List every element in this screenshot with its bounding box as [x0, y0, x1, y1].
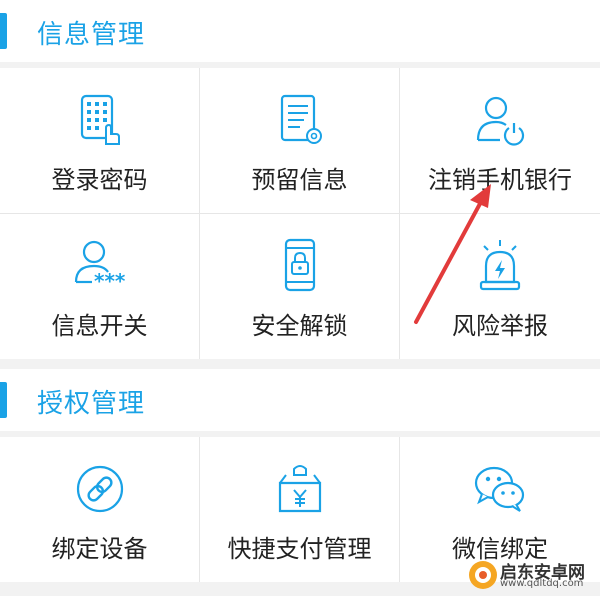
section-header-auth: 授权管理 — [0, 369, 600, 431]
watermark-logo-icon — [469, 561, 497, 589]
risk-report-tile[interactable]: 风险举报 — [400, 214, 600, 359]
section-accent-bar — [0, 13, 7, 49]
tile-label: 预留信息 — [251, 166, 348, 194]
svg-text:***: *** — [94, 269, 126, 293]
quick-payment-tile[interactable]: 快捷支付管理 — [200, 437, 399, 582]
tile-label: 注销手机银行 — [428, 166, 572, 194]
login-password-tile[interactable]: 登录密码 — [0, 68, 199, 213]
keypad-touch-icon — [70, 92, 130, 148]
security-unlock-tile[interactable]: 安全解锁 — [200, 214, 399, 359]
yen-bag-icon — [270, 461, 330, 517]
bind-device-tile[interactable]: 绑定设备 — [0, 437, 199, 582]
user-password-icon: *** — [70, 238, 130, 294]
phone-lock-icon — [270, 238, 330, 294]
info-switch-tile[interactable]: *** 信息开关 — [0, 214, 199, 359]
reserved-info-tile[interactable]: 预留信息 — [200, 68, 399, 213]
wechat-icon — [470, 461, 530, 517]
tile-label: 登录密码 — [51, 166, 148, 194]
section-title-auth: 授权管理 — [37, 389, 146, 419]
tile-label: 风险举报 — [452, 312, 548, 340]
tile-label: 快捷支付管理 — [227, 535, 372, 563]
tile-label: 绑定设备 — [51, 535, 148, 563]
section-accent-bar — [0, 382, 7, 418]
watermark: 启东安卓网 www.qdltdq.com — [468, 554, 596, 594]
user-power-icon — [470, 92, 530, 148]
watermark-url: www.qdltdq.com — [500, 578, 584, 589]
document-gear-icon — [270, 92, 330, 148]
tile-label: 安全解锁 — [251, 312, 348, 340]
alarm-siren-icon — [470, 238, 530, 294]
tile-label: 信息开关 — [51, 312, 148, 340]
info-management-grid: 登录密码 预留信息 注销手机银行 *** 信息开关 安全解锁 风险举报 — [0, 68, 600, 359]
section-header-info: 信息管理 — [0, 0, 600, 62]
cancel-mobile-banking-tile[interactable]: 注销手机银行 — [400, 68, 600, 213]
section-title-info: 信息管理 — [37, 20, 146, 50]
link-circle-icon — [70, 461, 130, 517]
